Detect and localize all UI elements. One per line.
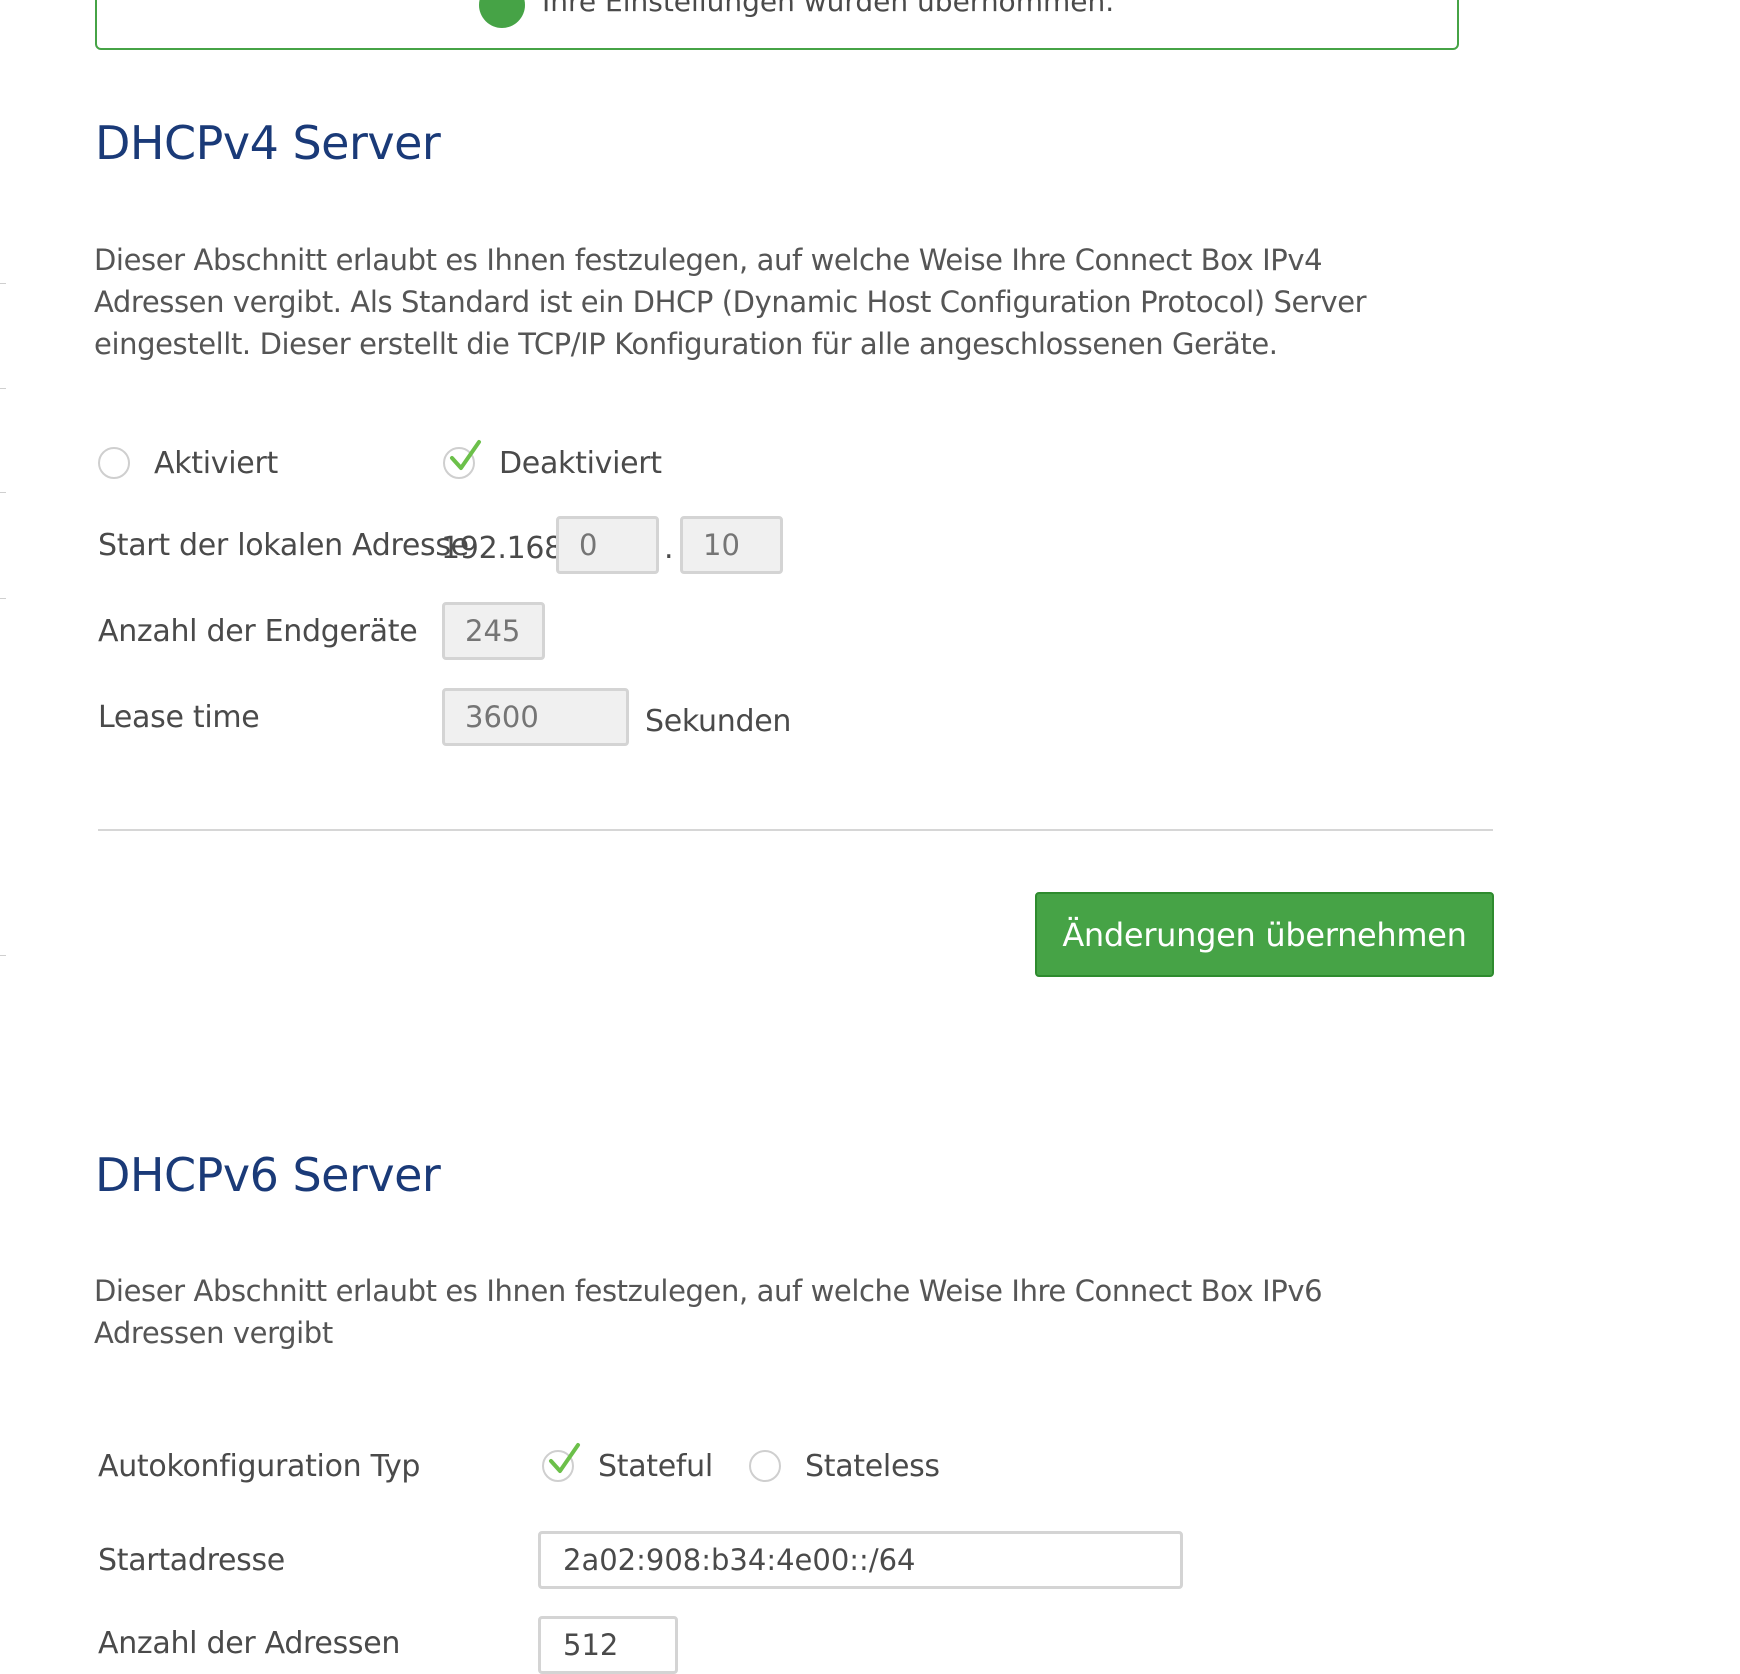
start-address-separator: . (664, 531, 674, 566)
lease-time-unit: Sekunden (645, 704, 792, 739)
radio-empty-icon[interactable] (98, 447, 130, 479)
success-banner: Ihre Einstellungen wurden übernommen. (95, 0, 1459, 50)
dhcpv4-disabled-label: Deaktiviert (499, 445, 662, 481)
start-address-octet4-input[interactable] (680, 516, 783, 574)
page-edge-tick (0, 598, 6, 599)
start-address-octet3-input[interactable] (556, 516, 659, 574)
radio-checked-icon[interactable] (542, 1443, 580, 1482)
page-edge-tick (0, 388, 6, 389)
radio-checked-icon[interactable] (443, 440, 481, 479)
autoconfig-stateless-option[interactable]: Stateless (749, 1441, 940, 1491)
page-edge-tick (0, 492, 6, 493)
ipv6-start-address-label: Startadresse (98, 1543, 285, 1578)
dhcpv4-enabled-option[interactable]: Aktiviert (98, 438, 278, 488)
autoconfig-stateful-option[interactable]: Stateful (542, 1441, 713, 1491)
checkmark-icon (549, 1443, 580, 1473)
dhcpv4-title: DHCPv4 Server (95, 116, 441, 170)
checkmark-icon (450, 440, 481, 470)
page-edge-tick (0, 283, 6, 284)
autoconfig-type-label: Autokonfiguration Typ (98, 1449, 421, 1484)
lease-time-input[interactable] (442, 688, 629, 746)
device-count-label: Anzahl der Endgeräte (98, 614, 418, 649)
radio-empty-icon[interactable] (749, 1450, 781, 1482)
dhcpv4-disabled-option[interactable]: Deaktiviert (443, 438, 662, 488)
success-message: Ihre Einstellungen wurden übernommen. (542, 0, 1115, 18)
dhcpv4-description: Dieser Abschnitt erlaubt es Ihnen festzu… (94, 243, 1367, 361)
ipv6-start-address-input[interactable] (538, 1531, 1183, 1589)
dhcpv6-description: Dieser Abschnitt erlaubt es Ihnen festzu… (94, 1274, 1323, 1350)
address-count-input[interactable] (538, 1616, 678, 1674)
start-address-label: Start der lokalen Adresse (98, 528, 469, 563)
dhcpv6-title: DHCPv6 Server (95, 1148, 441, 1202)
success-check-icon (479, 0, 525, 28)
dhcpv4-enabled-label: Aktiviert (154, 445, 278, 481)
device-count-input[interactable] (442, 602, 545, 660)
apply-changes-button[interactable]: Änderungen übernehmen (1035, 892, 1494, 977)
start-address-prefix: 192.168. (441, 531, 573, 566)
autoconfig-stateless-label: Stateless (805, 1448, 940, 1484)
autoconfig-stateful-label: Stateful (598, 1448, 713, 1484)
section-divider (98, 829, 1493, 831)
address-count-label: Anzahl der Adressen (98, 1626, 401, 1661)
page-edge-tick (0, 955, 6, 956)
lease-time-label: Lease time (98, 700, 260, 735)
